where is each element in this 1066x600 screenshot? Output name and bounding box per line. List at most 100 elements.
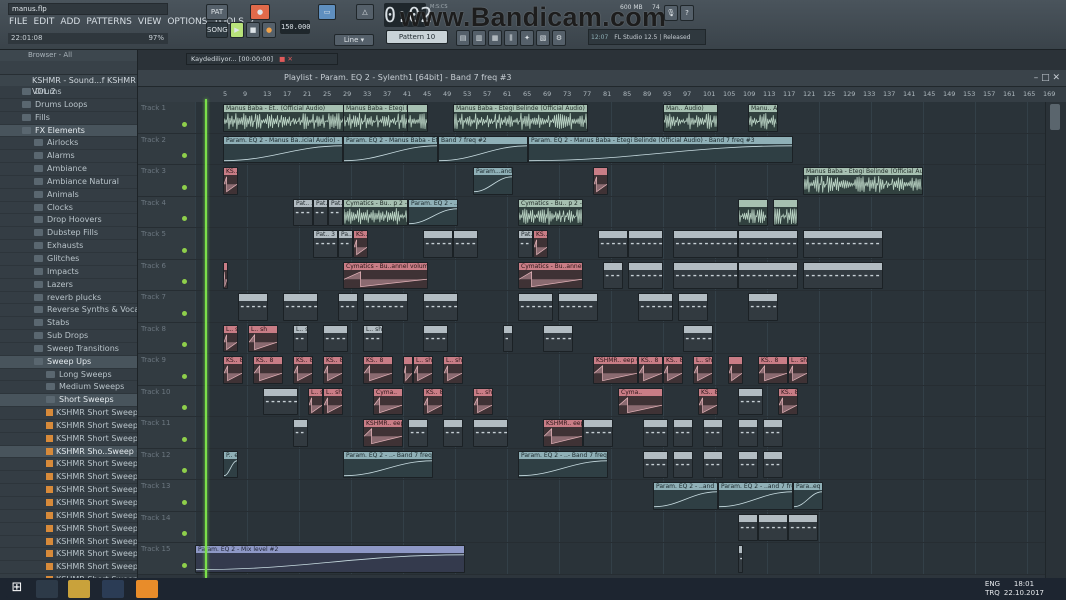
pattern-clip[interactable] — [593, 167, 608, 195]
pattern-clip[interactable] — [673, 419, 693, 447]
pattern-clip[interactable]: L.. sh — [363, 324, 383, 352]
track-lane[interactable]: Param. EQ 2 - ..and 7 freq #3Param. EQ 2… — [195, 480, 1045, 512]
audio-clip[interactable]: Manus Baba - Etegi Belinde (Official Aud… — [343, 104, 408, 132]
pattern-clip[interactable]: KS.. 8 — [758, 356, 788, 384]
pattern-clip[interactable]: KS.. 8 — [363, 356, 393, 384]
pattern-clip[interactable] — [748, 293, 778, 321]
pattern-clip[interactable] — [543, 324, 573, 352]
flstudio-taskbar-icon[interactable] — [136, 580, 158, 598]
track-lane[interactable]: Pat.. 3Pat.. 3Pat.. 3Cymatics - Bu.. p 2… — [195, 196, 1045, 228]
snap-select[interactable]: Line ▾ — [334, 34, 374, 46]
track-lane[interactable]: L.. sh L.. sh L.. sh L.. sh — [195, 322, 1045, 354]
pattern-clip[interactable]: L.. sh — [473, 387, 493, 415]
browser-folder-item[interactable]: Glitches — [0, 253, 137, 266]
track-header[interactable]: Track 10 — [138, 385, 195, 417]
track-enable-led[interactable] — [182, 153, 187, 158]
pattern-clip[interactable] — [628, 230, 663, 258]
pattern-clip[interactable]: L.. sh — [788, 356, 808, 384]
pattern-clip[interactable] — [738, 450, 758, 478]
pattern-clip[interactable] — [738, 261, 798, 289]
track-header[interactable]: Track 5 — [138, 228, 195, 260]
pattern-clip[interactable] — [338, 293, 358, 321]
chrome-taskbar-icon[interactable] — [36, 580, 58, 598]
audio-clip[interactable]: Cymatics - Bu.. p 2 - 140 BPM — [343, 198, 408, 226]
audio-clip[interactable]: Cymatics - Bu.. p 2 - 140 BPM — [518, 198, 583, 226]
pattern-clip[interactable] — [423, 230, 453, 258]
pattern-clip[interactable]: Pat.. 3 — [313, 230, 338, 258]
pattern-clip[interactable]: Cyma.. — [373, 387, 403, 415]
track-lane[interactable]: P.. eq Param. EQ 2 - ..- Band 7 freq Param… — [195, 448, 1045, 480]
track-enable-led[interactable] — [182, 531, 187, 536]
browser-sample-item[interactable]: KSHMR Short Sweep 13 — [0, 561, 137, 575]
audio-clip[interactable]: Manus Baba - Etegi Belinde (Official Aud… — [803, 167, 923, 195]
audio-clip[interactable] — [738, 198, 768, 226]
pattern-clip[interactable] — [738, 230, 798, 258]
browser-folder-item[interactable]: Drop Hoovers — [0, 214, 137, 228]
pattern-clip[interactable] — [598, 230, 628, 258]
track-lane[interactable]: Pat.. 3Pa.. 6KS.. 3Pat.. 3KS.. 3 — [195, 228, 1045, 260]
minimize-icon[interactable]: – — [1034, 73, 1039, 83]
pattern-clip[interactable]: L.. sh — [248, 324, 278, 352]
browser-sample-item[interactable]: KSHMR Sho..Sweep 04 — [0, 445, 137, 459]
automation-clip[interactable]: Param. EQ 2 - ..- Band 7 freq — [343, 450, 433, 478]
track-header[interactable]: Track 8 — [138, 322, 195, 354]
automation-clip[interactable]: Param. EQ 2 - Manus Baba - Etegi Belinde… — [528, 135, 793, 163]
browser-folder-item[interactable]: Airlocks — [0, 137, 137, 151]
pattern-clip[interactable]: L.. sh — [223, 324, 238, 352]
pattern-clip[interactable]: KS.. 8 — [698, 387, 718, 415]
pattern-clip[interactable] — [263, 387, 298, 415]
pattern-clip[interactable] — [443, 419, 463, 447]
pattern-clip[interactable]: KS.. 3 — [353, 230, 368, 258]
pattern-clip[interactable]: KS.. 8 — [778, 387, 798, 415]
pattern-clip[interactable] — [473, 419, 508, 447]
track-header[interactable]: Track 2 — [138, 133, 195, 165]
audio-clip[interactable]: Manus Baba - Etegi Belinde (Official Aud… — [453, 104, 588, 132]
track-lane[interactable]: KS.. 8 KS.. 8 KS.. 8 KS.. 8 KS.. 8 L.. sh L.. … — [195, 354, 1045, 386]
browser-folder-item[interactable]: Alarms — [0, 150, 137, 164]
track-header[interactable]: Track 14 — [138, 511, 195, 543]
pattern-clip[interactable] — [673, 450, 693, 478]
pattern-clip[interactable]: KS.. 8 — [663, 356, 683, 384]
automation-clip[interactable]: Para..eq #3 — [793, 482, 823, 510]
browser-folder-item[interactable]: Long Sweeps — [0, 369, 137, 382]
scrollbar-thumb[interactable] — [1050, 104, 1060, 130]
track-enable-led[interactable] — [182, 405, 187, 410]
browser-folder-item[interactable]: reverb plucks — [0, 292, 137, 305]
browser-folder-item[interactable]: Exhausts — [0, 240, 137, 253]
pattern-clip[interactable] — [703, 419, 723, 447]
pattern-clip[interactable]: Cyma.. — [618, 387, 663, 415]
pattern-clip[interactable] — [363, 293, 408, 321]
track-header[interactable]: Track 11 — [138, 417, 195, 449]
playhead[interactable] — [205, 99, 207, 578]
browser-folder-item[interactable]: Short Sweeps — [0, 394, 137, 408]
automation-clip[interactable]: Param. EQ 2 - ..- Band 7 freq — [408, 198, 458, 226]
pattern-clip[interactable] — [283, 293, 318, 321]
browser-folder-item[interactable]: Sub Drops — [0, 330, 137, 343]
pat-mode-button[interactable]: PAT — [206, 4, 228, 20]
browser-sample-item[interactable]: KSHMR Short Sweep 05 — [0, 458, 137, 472]
browser-folder-item[interactable]: Reverse Synths & Vocals — [0, 304, 137, 318]
track-lane[interactable]: L.. shL.. shCyma..KS.. 8L.. shCyma..KS..… — [195, 385, 1045, 417]
automation-clip[interactable]: P.. eq — [223, 450, 238, 478]
automation-clip[interactable]: Param. EQ 2 - ..- Band 7 freq — [518, 450, 608, 478]
track-enable-led[interactable] — [182, 436, 187, 442]
browser-folder-item[interactable]: Medium Sweeps — [0, 381, 137, 395]
track-header[interactable]: Track 1 — [138, 102, 195, 134]
pattern-clip[interactable]: Cymatics - Bu..annel volume — [343, 261, 428, 289]
pattern-clip[interactable]: Pat.. 3 — [313, 198, 328, 226]
pattern-clip[interactable]: L.. sh — [693, 356, 713, 384]
automation-clip[interactable]: Param. EQ 2 - Manus Ba..icial Audio) - B… — [223, 135, 343, 163]
pattern-clip[interactable] — [423, 293, 458, 321]
browser-sample-item[interactable]: KSHMR Short Sweep 02 — [0, 420, 137, 433]
track-lane[interactable]: Cymatics - Bu..annel volume Cymatics - Bu… — [195, 259, 1045, 291]
pattern-clip[interactable]: Pat.. 3 — [518, 230, 533, 258]
pattern-clip[interactable] — [238, 293, 268, 321]
start-icon[interactable]: ⊞ — [6, 580, 28, 598]
browser-sample-item[interactable]: KSHMR Short Sweep 12 — [0, 548, 137, 562]
pattern-clip[interactable] — [293, 419, 308, 447]
menu-options[interactable]: OPTIONS — [164, 16, 210, 30]
track-lane[interactable]: KS.. 3 Param...and 7 freq Manus Baba - Ete… — [195, 165, 1045, 197]
record-mode-button[interactable]: ● — [250, 4, 270, 20]
pattern-clip[interactable] — [703, 450, 723, 478]
pattern-clip[interactable] — [583, 419, 613, 447]
